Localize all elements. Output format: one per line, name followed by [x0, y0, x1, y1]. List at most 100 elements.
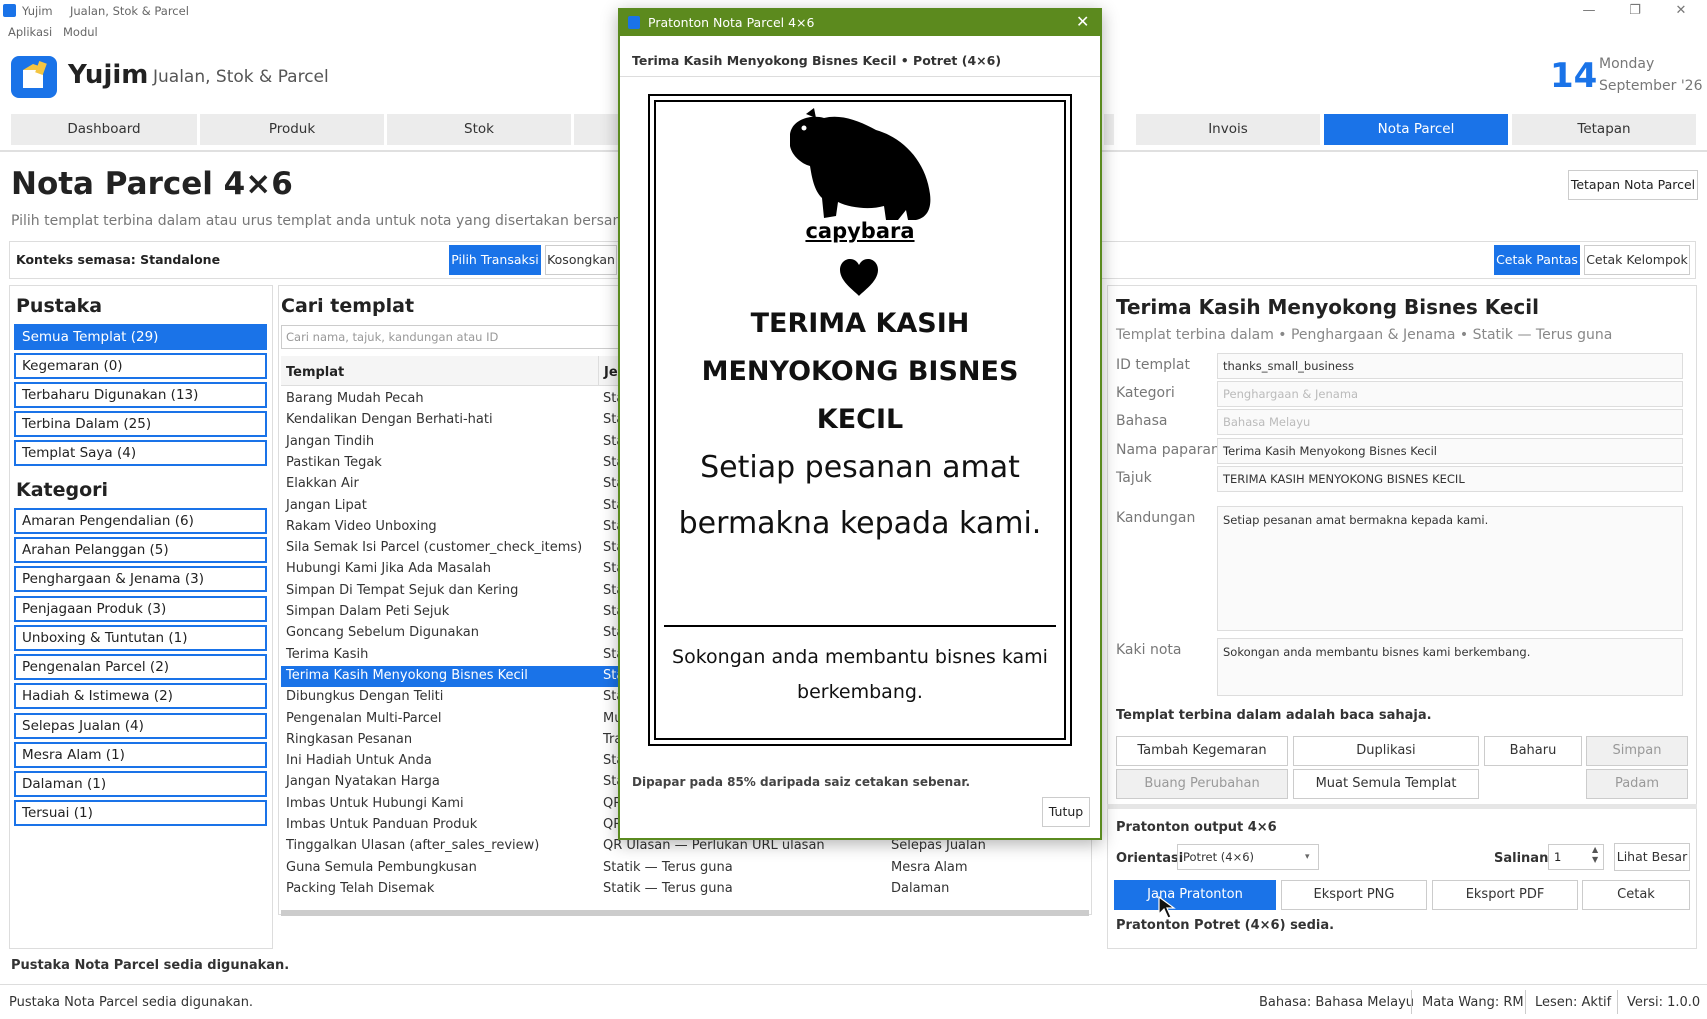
content-textarea[interactable]: Setiap pesanan amat bermakna kepada kami… [1217, 506, 1683, 631]
table-cell: Dalaman [891, 880, 950, 896]
duplicate-button[interactable]: Duplikasi [1293, 736, 1479, 766]
tab-invois[interactable]: Invois [1136, 114, 1320, 145]
minimize-button[interactable]: — [1566, 0, 1612, 22]
stepper-arrows-icon[interactable]: ▲ ▼ [1592, 845, 1598, 865]
category-item[interactable]: Unboxing & Tuntutan (1) [14, 625, 267, 651]
close-window-button[interactable]: ✕ [1658, 0, 1704, 22]
dialog-close-icon[interactable]: ✕ [1076, 12, 1089, 31]
table-cell: Jangan Nyatakan Harga [286, 774, 440, 790]
statusbar-message: Pustaka Nota Parcel sedia digunakan. [9, 995, 254, 1010]
tab-tetapan[interactable]: Tetapan [1512, 114, 1696, 145]
note-heading: TERIMA KASIH MENYOKONG BISNES KECIL [656, 300, 1064, 444]
table-cell: Packing Telah Disemak [286, 880, 435, 896]
tab-dashboard[interactable]: Dashboard [11, 114, 197, 145]
tab-produk[interactable]: Produk [200, 114, 384, 145]
table-cell: Imbas Untuk Panduan Produk [286, 817, 478, 832]
tab-nota-parcel[interactable]: Nota Parcel [1324, 114, 1508, 145]
library-item-favourites[interactable]: Kegemaran (0) [14, 353, 267, 379]
detail-subtitle: Templat terbina dalam • Penghargaan & Je… [1116, 327, 1613, 343]
library-item-all[interactable]: Semua Templat (29) [14, 324, 267, 350]
menu-aplikasi[interactable]: Aplikasi [8, 25, 52, 39]
logo-text: capybara [805, 219, 915, 243]
print-button[interactable]: Cetak [1582, 880, 1690, 910]
table-cell: Pastikan Tegak [286, 454, 382, 470]
category-select[interactable]: Penghargaan & Jenama [1217, 381, 1683, 407]
library-item-mine[interactable]: Templat Saya (4) [14, 440, 267, 466]
language-select[interactable]: Bahasa Melayu [1217, 409, 1683, 435]
parcel-settings-button[interactable]: Tetapan Nota Parcel [1568, 170, 1698, 200]
copies-label: Salinan [1494, 851, 1549, 866]
quick-print-button[interactable]: Cetak Pantas [1494, 245, 1580, 275]
table-cell: Ini Hadiah Untuk Anda [286, 753, 432, 769]
search-input[interactable]: Cari nama, tajuk, kandungan atau ID [281, 325, 621, 349]
label-id: ID templat [1116, 357, 1190, 373]
export-pdf-button[interactable]: Eksport PDF [1432, 880, 1578, 910]
maximize-button[interactable]: ❐ [1612, 0, 1658, 22]
discard-changes-button[interactable]: Buang Perubahan [1116, 769, 1288, 799]
dialog-close-button[interactable]: Tutup [1042, 797, 1090, 827]
heading-field[interactable]: TERIMA KASIH MENYOKONG BISNES KECIL [1217, 466, 1683, 492]
library-item-recent[interactable]: Terbaharu Digunakan (13) [14, 382, 267, 408]
note-heading-line-1: TERIMA KASIH [750, 308, 970, 339]
menu-modul[interactable]: Modul [63, 25, 98, 39]
category-item[interactable]: Hadiah & Istimewa (2) [14, 683, 267, 709]
category-item[interactable]: Mesra Alam (1) [14, 742, 267, 768]
export-png-button[interactable]: Eksport PNG [1281, 880, 1427, 910]
table-row[interactable]: Guna Semula Pembungkusan Statik — Terus g… [281, 858, 1089, 879]
display-name-field[interactable]: Terima Kasih Menyokong Bisnes Kecil [1217, 438, 1683, 464]
category-item[interactable]: Selepas Jualan (4) [14, 713, 267, 739]
status-currency: Mata Wang: RM [1422, 995, 1524, 1010]
capybara-logo-icon [790, 108, 931, 220]
table-cell: Simpan Dalam Peti Sejuk [286, 604, 450, 619]
table-cell: Jangan Lipat [286, 497, 367, 513]
reload-template-button[interactable]: Muat Semula Templat [1293, 769, 1479, 799]
table-cell: Sila Semak Isi Parcel (customer_check_it… [286, 540, 583, 556]
generate-preview-button[interactable]: Jana Pratonton [1114, 880, 1276, 910]
library-item-builtin[interactable]: Terbina Dalam (25) [14, 411, 267, 437]
output-preview-heading: Pratonton output 4×6 [1116, 820, 1277, 835]
table-cell: Elakkan Air [286, 476, 359, 492]
table-row[interactable]: Packing Telah Disemak Statik — Terus guna… [281, 879, 1089, 900]
category-item[interactable]: Dalaman (1) [14, 771, 267, 797]
table-cell: Kendalikan Dengan Berhati-hati [286, 412, 493, 428]
date-weekday: Monday [1599, 56, 1655, 72]
delete-button[interactable]: Padam [1586, 769, 1688, 799]
window-title: Yujim [22, 4, 53, 18]
readonly-note: Templat terbina dalam adalah baca sahaja… [1116, 708, 1432, 723]
category-item[interactable]: Penjagaan Produk (3) [14, 596, 267, 622]
note-footer-line-1: Sokongan anda membantu bisnes kami [672, 646, 1048, 668]
category-item[interactable]: Tersuai (1) [14, 800, 267, 826]
table-cell: Simpan Di Tempat Sejuk dan Kering [286, 582, 519, 598]
category-item[interactable]: Amaran Pengendalian (6) [14, 508, 267, 534]
label-language: Bahasa [1116, 413, 1168, 429]
tab-hidden-2[interactable] [1104, 114, 1114, 145]
tab-hidden[interactable] [574, 114, 622, 145]
category-item[interactable]: Arahan Pelanggan (5) [14, 537, 267, 563]
column-header-type[interactable]: Je [604, 365, 618, 380]
panel-divider [1107, 804, 1697, 809]
status-separator [1617, 990, 1618, 1014]
category-heading: Kategori [16, 479, 109, 501]
pick-transaction-button[interactable]: Pilih Transaksi [449, 245, 541, 275]
orientation-select[interactable]: Potret (4×6) [1177, 844, 1319, 870]
template-id-field[interactable]: thanks_small_business [1217, 353, 1683, 379]
new-button[interactable]: Baharu [1484, 736, 1582, 766]
batch-print-button[interactable]: Cetak Kelompok [1584, 245, 1690, 275]
horizontal-scrollbar[interactable] [281, 910, 1089, 916]
column-header-template[interactable]: Templat [286, 365, 344, 380]
footer-textarea[interactable]: Sokongan anda membantu bisnes kami berke… [1217, 638, 1683, 696]
app-icon [3, 4, 16, 17]
category-item[interactable]: Pengenalan Parcel (2) [14, 654, 267, 680]
save-button[interactable]: Simpan [1586, 736, 1688, 766]
table-cell: Guna Semula Pembungkusan [286, 859, 477, 875]
dialog-divider [620, 76, 1100, 77]
clear-button[interactable]: Kosongkan [545, 245, 617, 275]
tab-stok[interactable]: Stok [387, 114, 571, 145]
category-item[interactable]: Penghargaan & Jenama (3) [14, 566, 267, 592]
view-large-button[interactable]: Lihat Besar [1614, 843, 1690, 871]
add-favourite-button[interactable]: Tambah Kegemaran [1116, 736, 1288, 766]
table-cell: Hubungi Kami Jika Ada Masalah [286, 561, 492, 577]
status-version: Versi: 1.0.0 [1627, 995, 1701, 1010]
note-divider [664, 625, 1056, 627]
dialog-app-icon [628, 16, 640, 29]
